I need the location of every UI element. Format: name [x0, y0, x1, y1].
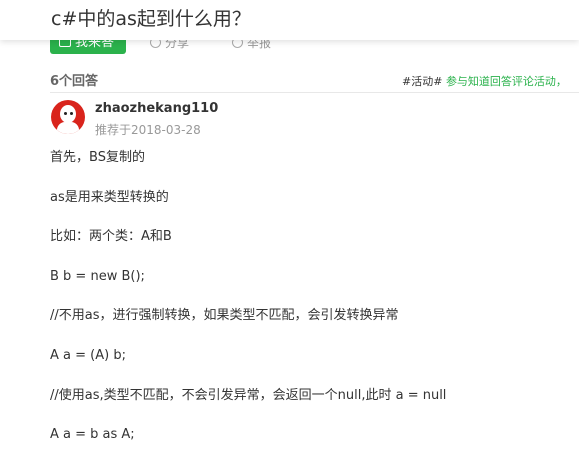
answer-paragraph: //不用as，进行强制转换，如果类型不匹配，会引发转换异常 [50, 308, 399, 324]
avatar-face [60, 105, 76, 123]
sticky-title-bar: c#中的as起到什么用？ [0, 0, 579, 40]
avatar-eye-left [64, 112, 67, 115]
answer-paragraph: 首先，BS复制的 [50, 150, 145, 165]
answer-paragraph: 比如：两个类：A和B [50, 229, 172, 245]
answer-paragraph: //使用as,类型不匹配，不会引发异常，会返回一个null,此时 a = nul… [50, 387, 447, 403]
answer-paragraph: A a = b as A; [50, 427, 135, 443]
promo-text: 参与知道回答评论活动， [445, 75, 567, 88]
recommended-date: 推荐于2018-03-28 [95, 123, 201, 137]
avatar[interactable] [51, 100, 85, 134]
page-title: c#中的as起到什么用？ [51, 8, 251, 30]
answers-count: 6个回答 [50, 74, 99, 89]
answer-paragraph: B b = new B(); [50, 268, 145, 284]
promo-tag: #活动# [402, 75, 443, 88]
avatar-eye-right [70, 112, 73, 115]
promo-link[interactable]: #活动# 参与知道回答评论活动， [402, 72, 567, 92]
answer-paragraph: A a = (A) b; [50, 347, 126, 363]
avatar-body [57, 122, 79, 134]
answer-paragraph: as是用来类型转换的 [50, 189, 169, 205]
author-name[interactable]: zhaozhekang110 [95, 101, 218, 116]
answer-body: 首先，BS复制的 as是用来类型转换的 比如：两个类：A和B B b = new… [50, 148, 579, 465]
divider [50, 92, 579, 93]
answers-header: 6个回答 #活动# 参与知道回答评论活动， [50, 72, 579, 92]
